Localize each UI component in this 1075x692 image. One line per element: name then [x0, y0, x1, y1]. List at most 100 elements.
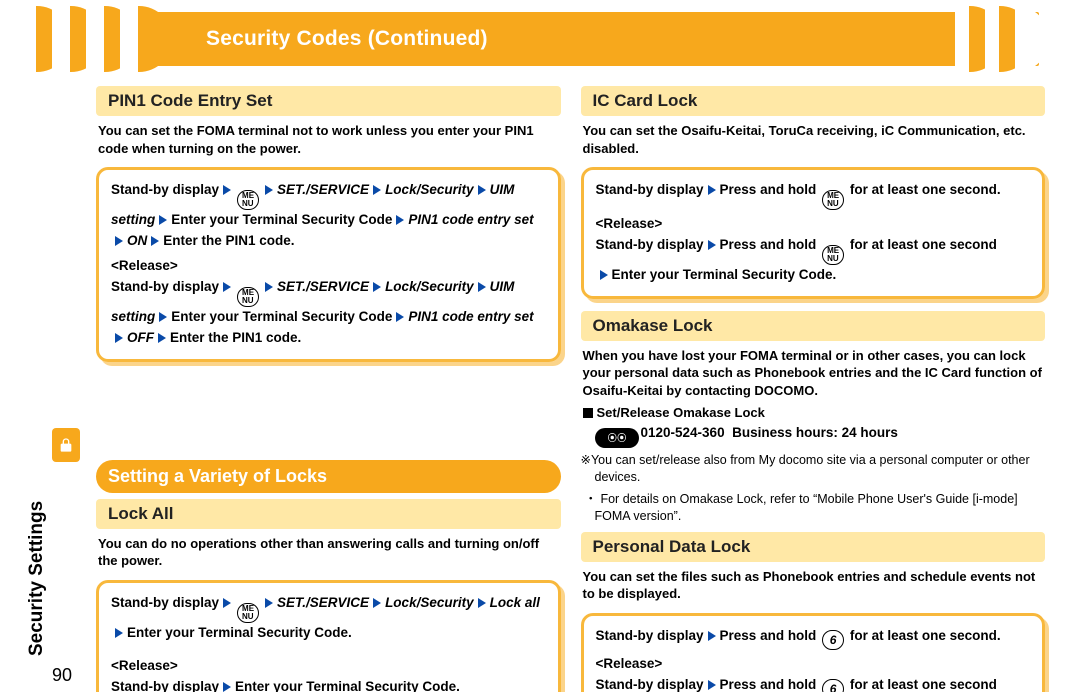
release-label: <Release> [111, 256, 546, 277]
lock-icon [52, 428, 80, 462]
omakase-note2: ・ For details on Omakase Lock, refer to … [595, 491, 1046, 526]
arrow-icon [708, 631, 716, 641]
menu-path: PIN1 code entry set [408, 309, 533, 324]
header-decor-left [36, 6, 206, 72]
step-text: Press and hold [720, 237, 817, 252]
arrow-icon [396, 215, 404, 225]
standby-label: Stand-by display [596, 628, 704, 643]
menu-path: Lock all [490, 595, 540, 610]
arrow-icon [223, 682, 231, 692]
standby-label: Stand-by display [111, 679, 219, 692]
left-column: PIN1 Code Entry Set You can set the FOMA… [96, 80, 561, 692]
step-text: Enter your Terminal Security Code. [612, 267, 837, 282]
release-label: <Release> [111, 656, 546, 677]
menu-path: SET./SERVICE [277, 595, 369, 610]
arrow-icon [478, 185, 486, 195]
procedure-iccard: Stand-by display Press and hold MENU for … [581, 167, 1046, 299]
arrow-icon [115, 236, 123, 246]
sidebar: Security Settings 90 [0, 0, 92, 692]
six-key-icon: 6 [822, 679, 844, 692]
arrow-icon [265, 282, 273, 292]
arrow-icon [478, 282, 486, 292]
omakase-setrelease-label: Set/Release Omakase Lock [597, 405, 765, 420]
section-label: Security Settings [26, 501, 48, 656]
arrow-icon [396, 312, 404, 322]
step-text: for at least one second. [850, 182, 1001, 197]
standby-label: Stand-by display [111, 279, 219, 294]
arrow-icon [115, 333, 123, 343]
page-number: 90 [52, 665, 72, 686]
intro-pin1: You can set the FOMA terminal not to wor… [98, 122, 559, 157]
square-bullet-icon [583, 408, 593, 418]
intro-lockall: You can do no operations other than answ… [98, 535, 559, 570]
heading-omakase: Omakase Lock [581, 311, 1046, 341]
menu-path: Lock/Security [385, 182, 474, 197]
arrow-icon [478, 598, 486, 608]
arrow-icon [159, 312, 167, 322]
arrow-icon [223, 598, 231, 608]
heading-personal: Personal Data Lock [581, 532, 1046, 562]
phone-number: 0120-524-360 [641, 425, 725, 440]
standby-label: Stand-by display [596, 677, 704, 692]
business-hours: Business hours: 24 hours [732, 425, 898, 440]
omakase-note1: ※You can set/release also from My docomo… [595, 452, 1046, 487]
menu-key-icon: MENU [237, 603, 259, 623]
intro-personal: You can set the files such as Phonebook … [583, 568, 1044, 603]
arrow-icon [708, 185, 716, 195]
arrow-icon [151, 236, 159, 246]
menu-path: ON [127, 233, 147, 248]
menu-path: PIN1 code entry set [408, 212, 533, 227]
arrow-icon [265, 598, 273, 608]
step-text: for at least one second [850, 237, 997, 252]
arrow-icon [265, 185, 273, 195]
menu-path: SET./SERVICE [277, 279, 369, 294]
arrow-icon [115, 628, 123, 638]
release-label: <Release> [596, 654, 1031, 675]
menu-key-icon: MENU [822, 245, 844, 265]
procedure-lockall: Stand-by displayMENUSET./SERVICELock/Sec… [96, 580, 561, 692]
menu-path: Lock/Security [385, 279, 474, 294]
phone-pill-icon: ⦿ ⦿ [595, 428, 639, 448]
step-text: Enter your Terminal Security Code [171, 212, 392, 227]
page-header: Security Codes (Continued) [96, 12, 1039, 66]
step-text: for at least one second. [850, 628, 1001, 643]
menu-key-icon: MENU [237, 190, 259, 210]
standby-label: Stand-by display [111, 595, 219, 610]
arrow-icon [373, 282, 381, 292]
arrow-icon [223, 185, 231, 195]
menu-key-icon: MENU [822, 190, 844, 210]
right-column: IC Card Lock You can set the Osaifu-Keit… [581, 80, 1046, 692]
step-text: Enter your Terminal Security Code. [235, 679, 460, 692]
heading-lockall: Lock All [96, 499, 561, 529]
omakase-phone-line: ⦿ ⦿0120-524-360 Business hours: 24 hours [595, 425, 1044, 448]
procedure-pin1: Stand-by display MENU SET./SERVICE Lock/Sec… [96, 167, 561, 362]
arrow-icon [159, 215, 167, 225]
page-title: Security Codes (Continued) [206, 27, 488, 51]
intro-iccard: You can set the Osaifu-Keitai, ToruCa re… [583, 122, 1044, 157]
heading-iccard: IC Card Lock [581, 86, 1046, 116]
arrow-icon [373, 185, 381, 195]
step-text: Enter your Terminal Security Code. [127, 625, 352, 640]
step-text: Enter the PIN1 code. [163, 233, 294, 248]
procedure-personal: Stand-by display Press and hold 6 for at … [581, 613, 1046, 692]
standby-label: Stand-by display [596, 237, 704, 252]
menu-path: OFF [127, 330, 154, 345]
step-text: Press and hold [720, 182, 817, 197]
heading-locks: Setting a Variety of Locks [96, 460, 561, 493]
arrow-icon [223, 282, 231, 292]
standby-label: Stand-by display [596, 182, 704, 197]
menu-path: SET./SERVICE [277, 182, 369, 197]
menu-key-icon: MENU [237, 287, 259, 307]
step-text: Press and hold [720, 677, 817, 692]
content-columns: PIN1 Code Entry Set You can set the FOMA… [0, 80, 1075, 692]
arrow-icon [600, 270, 608, 280]
six-key-icon: 6 [822, 630, 844, 650]
step-text: Enter the PIN1 code. [170, 330, 301, 345]
step-text: Enter your Terminal Security Code [171, 309, 392, 324]
arrow-icon [708, 240, 716, 250]
omakase-setrelease: Set/Release Omakase Lock [583, 404, 1044, 422]
arrow-icon [373, 598, 381, 608]
heading-pin1: PIN1 Code Entry Set [96, 86, 561, 116]
arrow-icon [158, 333, 166, 343]
intro-omakase: When you have lost your FOMA terminal or… [583, 347, 1044, 400]
